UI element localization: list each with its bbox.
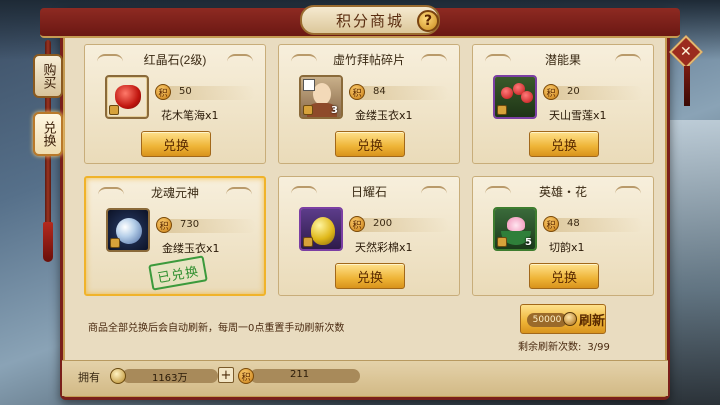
lock-icon xyxy=(109,105,119,115)
silver-coin-icon xyxy=(110,368,126,384)
point-coin-icon: 积 xyxy=(155,84,171,100)
gold-stone-icon[interactable] xyxy=(299,207,343,251)
tab-buy[interactable]: 购买 xyxy=(33,54,63,98)
item-reward: 天山雪莲x1 xyxy=(549,109,607,122)
item-cost: 50 xyxy=(179,86,192,97)
remaining-label: 剩余刷新次数: xyxy=(518,342,582,353)
redeemed-stamp: 已兑换 xyxy=(148,255,208,291)
exchange-button[interactable]: 兑换 xyxy=(335,263,405,289)
ruby-icon[interactable] xyxy=(105,75,149,119)
item-cost: 48 xyxy=(567,218,580,229)
item-cost: 84 xyxy=(373,86,386,97)
points-amount: 211 xyxy=(290,369,310,380)
item-cost: 730 xyxy=(180,219,200,230)
item-name: 英雄・花 xyxy=(538,185,587,199)
item-name: 红晶石(2级) xyxy=(143,53,207,67)
item-reward: 花木笔海x1 xyxy=(161,109,219,122)
spirit-orb-icon[interactable] xyxy=(106,208,150,252)
lock-icon xyxy=(110,238,120,248)
puzzle-piece-icon xyxy=(303,79,315,91)
lock-icon xyxy=(303,105,313,115)
item-name: 日耀石 xyxy=(350,185,387,199)
cost-bar xyxy=(157,86,255,100)
tassel-decoration xyxy=(43,222,53,262)
item-cost: 200 xyxy=(373,218,393,229)
exchange-button[interactable]: 兑换 xyxy=(141,131,211,157)
add-silver-button[interactable]: + xyxy=(218,367,234,383)
cost-bar xyxy=(545,218,643,232)
item-quantity: 3 xyxy=(331,105,338,116)
point-coin-icon: 积 xyxy=(543,84,559,100)
silver-amount: 1163万 xyxy=(152,373,188,384)
item-cost: 20 xyxy=(567,86,580,97)
lotus-bowl-icon[interactable]: 5 xyxy=(493,207,537,251)
point-coin-icon: 积 xyxy=(349,84,365,100)
question-icon: ? xyxy=(423,13,433,29)
item-reward: 天然彩棉x1 xyxy=(355,241,413,254)
own-label: 拥有 xyxy=(78,371,100,384)
item-name: 龙魂元神 xyxy=(150,186,199,200)
exchange-button[interactable]: 兑换 xyxy=(529,263,599,289)
lock-icon xyxy=(497,237,507,247)
cost-bar xyxy=(545,86,643,100)
shop-item-card[interactable]: 英雄・花 5 积 48 切韵x1 兑换 xyxy=(472,176,654,296)
exchange-button[interactable]: 兑换 xyxy=(529,131,599,157)
side-tabs: 购买 兑换 xyxy=(30,40,66,262)
lock-icon xyxy=(303,237,313,247)
refresh-button[interactable]: 50000 刷新 xyxy=(520,304,606,334)
refresh-label: 刷新 xyxy=(579,314,606,329)
item-quantity: 5 xyxy=(525,237,532,248)
item-reward: 切韵x1 xyxy=(549,241,585,254)
silver-coin-icon xyxy=(563,312,577,326)
lock-icon xyxy=(497,105,507,115)
currency-bar: 拥有 1163万 + 积 211 xyxy=(62,360,668,396)
refresh-hint: 商品全部兑换后会自动刷新，每周一0点重置手动刷新次数 xyxy=(88,323,345,334)
red-fruit-icon[interactable] xyxy=(493,75,537,119)
monk-portrait-icon[interactable]: 3 xyxy=(299,75,343,119)
help-button[interactable]: ? xyxy=(417,10,439,32)
remaining-refreshes: 剩余刷新次数: 3/99 xyxy=(518,338,610,353)
item-reward: 金缕玉衣x1 xyxy=(355,109,413,122)
item-name: 虚竹拜帖碎片 xyxy=(332,53,405,67)
close-tassel-decoration xyxy=(684,66,690,106)
exchange-button[interactable]: 兑换 xyxy=(335,131,405,157)
item-reward: 金缕玉衣x1 xyxy=(162,242,220,255)
cost-bar xyxy=(351,218,449,232)
refresh-cost: 50000 xyxy=(527,313,567,327)
shop-item-card[interactable]: 红晶石(2级) 积 50 花木笔海x1 兑换 xyxy=(84,44,266,164)
point-coin-icon: 积 xyxy=(349,216,365,232)
close-icon: ✕ xyxy=(680,43,692,60)
point-coin-icon: 积 xyxy=(238,368,254,384)
cost-bar xyxy=(158,219,256,233)
shop-item-card[interactable]: 虚竹拜帖碎片 3 积 84 金缕玉衣x1 兑换 xyxy=(278,44,460,164)
remaining-value: 3/99 xyxy=(587,342,610,353)
shop-item-card-selected[interactable]: 龙魂元神 积 730 金缕玉衣x1 已兑换 xyxy=(84,176,266,296)
item-name: 潜能果 xyxy=(544,53,581,67)
shop-item-card[interactable]: 潜能果 积 20 天山雪莲x1 兑换 xyxy=(472,44,654,164)
point-coin-icon: 积 xyxy=(156,217,172,233)
shop-item-card[interactable]: 日耀石 积 200 天然彩棉x1 兑换 xyxy=(278,176,460,296)
cost-bar xyxy=(351,86,449,100)
tab-exchange[interactable]: 兑换 xyxy=(33,112,63,156)
point-coin-icon: 积 xyxy=(543,216,559,232)
